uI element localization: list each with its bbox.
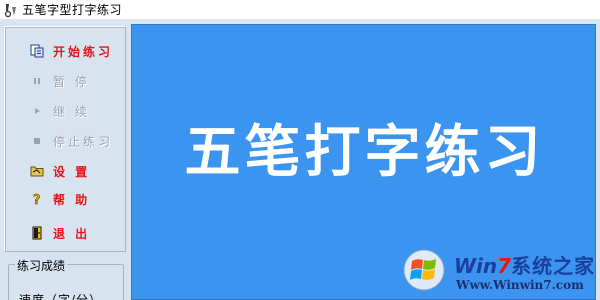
speed-label: 速度（字/分） xyxy=(19,293,103,300)
command-panel: 开始练习 暂 停 继 续 停止练习 设 置 ? 帮 助 退 出 xyxy=(4,26,126,252)
score-legend: 练习成绩 xyxy=(15,257,68,274)
stage-headline: 五笔打字练习 xyxy=(184,120,545,185)
exit-label: 退 出 xyxy=(53,227,91,241)
pause-label: 暂 停 xyxy=(53,75,90,89)
title-bar[interactable]: 五笔字型打字练习 xyxy=(0,0,600,20)
svg-text:?: ? xyxy=(33,193,41,206)
watermark-brand-seven: 7 xyxy=(497,254,512,278)
settings-label: 设 置 xyxy=(53,165,91,179)
settings-icon xyxy=(29,163,45,179)
start-practice-label: 开始练习 xyxy=(53,45,114,59)
help-label: 帮 助 xyxy=(53,193,91,207)
watermark-brand: Win7系统之家 xyxy=(454,250,595,279)
settings-button[interactable]: 设 置 xyxy=(5,159,125,183)
start-practice-icon xyxy=(29,43,45,59)
watermark-url: Www.Winwin7.com xyxy=(456,278,584,292)
window-title: 五笔字型打字练习 xyxy=(22,3,123,17)
stop-icon xyxy=(29,133,45,149)
exit-button[interactable]: 退 出 xyxy=(5,221,125,245)
watermark-brand-cn: 系统之家 xyxy=(511,254,596,278)
score-group: 练习成绩 速度（字/分） xyxy=(8,257,124,300)
watermark-brand-win: Win xyxy=(454,254,498,278)
stop-practice-button[interactable]: 停止练习 xyxy=(5,129,125,153)
app-wubi-icon xyxy=(2,2,20,18)
windows-logo-icon xyxy=(402,248,446,292)
help-icon: ? xyxy=(29,191,45,207)
resume-icon xyxy=(29,103,45,119)
exit-icon xyxy=(29,225,45,241)
pause-button[interactable]: 暂 停 xyxy=(5,69,125,93)
site-watermark: Win7系统之家 Www.Winwin7.com xyxy=(400,246,600,300)
resume-label: 继 续 xyxy=(53,105,90,119)
sidebar: 开始练习 暂 停 继 续 停止练习 设 置 ? 帮 助 退 出 练习成绩 速度（… xyxy=(4,26,128,300)
pause-icon xyxy=(29,73,45,89)
stop-practice-label: 停止练习 xyxy=(53,135,114,149)
resume-button[interactable]: 继 续 xyxy=(5,99,125,123)
help-button[interactable]: ? 帮 助 xyxy=(5,187,125,211)
start-practice-button[interactable]: 开始练习 xyxy=(5,39,125,63)
